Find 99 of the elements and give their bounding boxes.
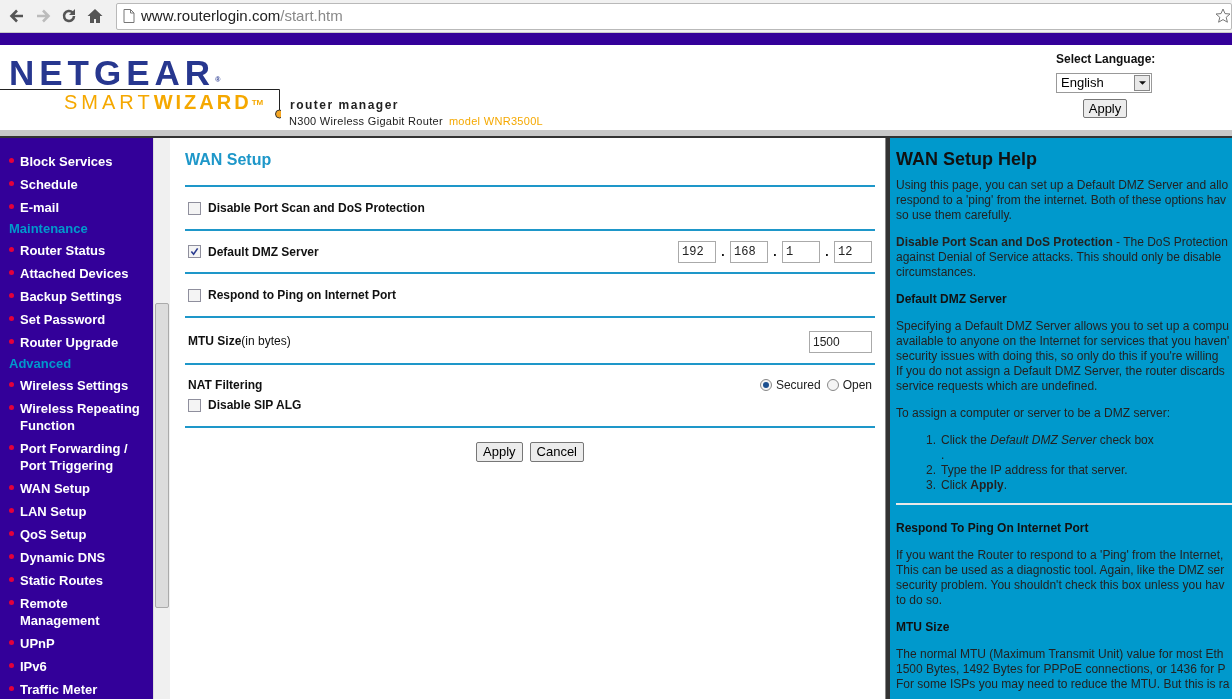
sidebar-link[interactable]: WAN Setup xyxy=(20,480,91,497)
checkbox[interactable] xyxy=(188,245,201,258)
sidebar-link[interactable]: IPv6 xyxy=(20,658,47,675)
sidebar-link[interactable]: E-mail xyxy=(20,199,59,216)
reload-icon[interactable] xyxy=(60,7,78,25)
bullet-icon xyxy=(9,686,14,691)
page-title: WAN Setup xyxy=(185,150,273,170)
option-label: Default DMZ Server xyxy=(208,243,319,261)
option-label: Respond to Ping on Internet Port xyxy=(208,287,396,304)
sidebar-heading: Advanced xyxy=(8,355,73,373)
mtu-field[interactable]: 1500 xyxy=(809,330,872,353)
star-icon[interactable] xyxy=(1215,8,1231,24)
back-icon[interactable] xyxy=(8,7,26,25)
address-bar[interactable]: www.routerlogin.com/start.htm xyxy=(116,2,1232,30)
ip-octet-field[interactable]: 1 xyxy=(782,240,820,263)
help-heading: Respond To Ping On Internet Port xyxy=(896,521,1090,536)
step-number: 1. xyxy=(925,433,936,449)
page-icon xyxy=(123,9,135,23)
step-text: Type the IP address for that server. xyxy=(941,463,1128,478)
language-select[interactable]: English xyxy=(1056,73,1152,93)
sidebar-link[interactable]: Port Forwarding / Port Triggering xyxy=(20,440,147,474)
product-logo: SMARTWIZARD$^{TM}$ xyxy=(64,92,264,112)
language-label: Select Language: xyxy=(1056,51,1156,68)
subtitle: router manager xyxy=(290,97,400,114)
bullet-icon xyxy=(9,181,14,186)
sidebar-link[interactable]: QoS Setup xyxy=(20,526,87,543)
ip-octet-field[interactable]: 12 xyxy=(834,240,872,263)
bullet-icon xyxy=(9,663,14,668)
radio-button[interactable] xyxy=(826,379,839,391)
sidebar-link[interactable]: Static Routes xyxy=(20,572,104,589)
checkbox[interactable] xyxy=(188,288,201,302)
bullet-icon xyxy=(9,316,14,321)
model-name: model WNR3500L xyxy=(448,114,543,129)
option-label: Disable Port Scan and DoS Protection xyxy=(208,200,425,217)
bullet-icon xyxy=(9,247,14,252)
url-text: www.routerlogin.com/start.htm xyxy=(141,5,343,26)
bullet-icon xyxy=(9,531,14,536)
bullet-icon xyxy=(9,382,14,387)
sidebar-link[interactable]: Wireless Repeating Function xyxy=(20,400,147,434)
step-number: 3. xyxy=(925,478,936,493)
sidebar-link[interactable]: Attached Devices xyxy=(20,265,129,282)
sidebar-link[interactable]: Set Password xyxy=(20,311,106,328)
sidebar-link[interactable]: Router Status xyxy=(20,242,106,259)
bullet-icon xyxy=(9,640,14,645)
bullet-icon xyxy=(9,158,14,163)
checkbox[interactable] xyxy=(188,398,201,412)
bullet-icon xyxy=(9,600,14,605)
mtu-label: MTU Size(in bytes) xyxy=(188,332,291,350)
help-paragraph: Using this page, you can set up a Default DMZ Server and allo respond to a 'ping' from the internet. Both of these options hav so use them carefully. xyxy=(896,178,1230,223)
home-icon[interactable] xyxy=(86,7,104,25)
bullet-icon xyxy=(9,270,14,275)
caret-icon xyxy=(1138,81,1146,85)
ip-octet-field[interactable]: 192 xyxy=(678,240,716,263)
radio-label: Secured xyxy=(775,377,821,394)
step-text: Click the Default DMZ Server check box . xyxy=(941,433,1154,463)
sidebar-link[interactable]: Schedule xyxy=(20,176,78,193)
ip-octet-field[interactable]: 168 xyxy=(730,240,768,263)
bullet-icon xyxy=(9,508,14,513)
radio-button[interactable] xyxy=(759,379,772,391)
bullet-icon xyxy=(9,339,14,344)
sidebar-link[interactable]: UPnP xyxy=(20,635,55,652)
apply-button[interactable]: Apply xyxy=(1082,99,1128,118)
bullet-icon xyxy=(9,405,14,410)
bullet-icon xyxy=(9,577,14,582)
bullet-icon xyxy=(9,293,14,298)
dot-separator: . xyxy=(824,243,830,261)
help-heading: Default DMZ Server xyxy=(896,292,1008,307)
option-label: NAT Filtering xyxy=(188,377,263,394)
sidebar-link[interactable]: Traffic Meter xyxy=(20,681,98,698)
sidebar-heading: Maintenance xyxy=(8,220,89,238)
radio-label: Open xyxy=(842,377,872,394)
help-paragraph: Disable Port Scan and DoS Protection - The DoS Protection against Denial of Service attacks. This should only be disable circumstances. xyxy=(896,235,1229,280)
checkbox[interactable] xyxy=(188,201,201,215)
help-paragraph: If you want the Router to respond to a 'Ping' from the Internet, This can be used as a diagnostic tool. Again, like the DMZ ser security problem. You shouldn't check this box unless you hav to do so. xyxy=(896,548,1226,608)
sidebar-link[interactable]: Dynamic DNS xyxy=(20,549,106,566)
sidebar-link[interactable]: Remote Management xyxy=(20,595,147,629)
sidebar-link[interactable]: Block Services xyxy=(20,153,113,170)
form-button[interactable]: Cancel xyxy=(529,442,584,462)
bullet-icon xyxy=(9,204,14,209)
help-paragraph: The normal MTU (Maximum Transmit Unit) value for most Eth 1500 Bytes, 1492 Bytes for PPPoE connections, or 1436 for P For some ISPs you may need to reduce the MTU. But this is ra xyxy=(896,647,1231,692)
dot-separator: . xyxy=(720,243,726,261)
step-number: 2. xyxy=(925,463,936,478)
dot-separator: . xyxy=(772,243,778,261)
bullet-icon xyxy=(9,554,14,559)
form-button[interactable]: Apply xyxy=(476,442,523,462)
sidebar-link[interactable]: LAN Setup xyxy=(20,503,87,520)
help-title: WAN Setup Help xyxy=(896,148,1038,171)
sidebar-link[interactable]: Backup Settings xyxy=(20,288,122,305)
help-paragraph: Specifying a Default DMZ Server allows you to set up a compu available to anyone on the Internet for services that you haven' security issues with doing this, so only do this if you're willing If you do not assign a Default DMZ Server, the router discards service requests which are undefined. xyxy=(896,319,1231,394)
bullet-icon xyxy=(9,485,14,490)
sidebar-link[interactable]: Wireless Settings xyxy=(20,377,129,394)
bullet-icon xyxy=(9,445,14,450)
sidebar-link[interactable]: Router Upgrade xyxy=(20,334,119,351)
scrollbar[interactable] xyxy=(153,138,170,699)
help-heading: MTU Size xyxy=(896,620,951,635)
step-text: Click Apply. xyxy=(941,478,1008,493)
router-name: N300 Wireless Gigabit Router xyxy=(289,114,443,129)
option-label: Disable SIP ALG xyxy=(208,397,302,414)
help-paragraph: To assign a computer or server to be a DMZ server: xyxy=(896,406,1172,421)
